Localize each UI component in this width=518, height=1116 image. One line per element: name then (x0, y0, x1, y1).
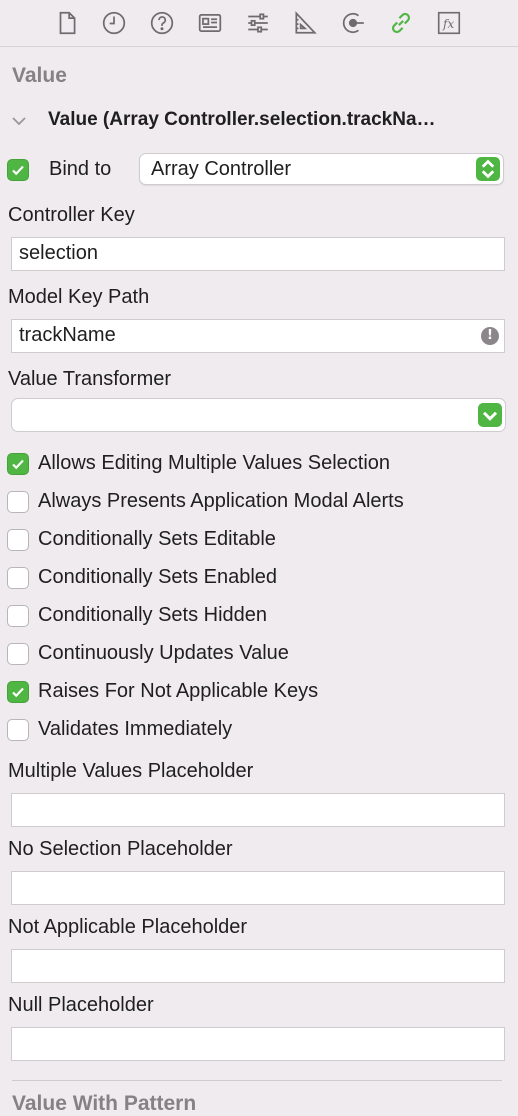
not-applicable-placeholder-label: Not Applicable Placeholder (8, 916, 248, 938)
not-applicable-placeholder-field[interactable] (11, 949, 505, 983)
bind-to-label: Bind to (49, 158, 112, 180)
binding-title[interactable]: Value (Array Controller.selection.trackN… (48, 109, 503, 131)
always-presents-application-modal-alerts-label[interactable]: Always Presents Application Modal Alerts (38, 490, 404, 513)
controller-key-field[interactable]: selection (11, 237, 505, 271)
allows-editing-multiple-values-selection-checkbox[interactable] (7, 453, 29, 475)
bind-to-value: Array Controller (151, 158, 292, 180)
model-key-path-label: Model Key Path (8, 286, 150, 308)
multiple-values-placeholder-field[interactable] (11, 793, 505, 827)
chevron-down-icon[interactable] (478, 403, 502, 427)
null-placeholder-field[interactable] (11, 1027, 505, 1061)
conditionally-sets-hidden-checkbox[interactable] (7, 605, 29, 627)
connections-inspector-icon[interactable] (338, 8, 368, 38)
continuously-updates-value-label[interactable]: Continuously Updates Value (38, 642, 289, 665)
no-selection-placeholder-field[interactable] (11, 871, 505, 905)
svg-text:fx: fx (442, 17, 454, 31)
conditionally-sets-hidden-label[interactable]: Conditionally Sets Hidden (38, 604, 267, 627)
continuously-updates-value-checkbox[interactable] (7, 643, 29, 665)
conditionally-sets-enabled-checkbox[interactable] (7, 567, 29, 589)
validates-immediately-label[interactable]: Validates Immediately (38, 718, 232, 741)
warning-icon[interactable]: ! (481, 327, 499, 345)
bindings-inspector-icon[interactable] (386, 8, 416, 38)
null-placeholder-label: Null Placeholder (8, 994, 154, 1016)
controller-key-label: Controller Key (8, 204, 135, 226)
always-presents-application-modal-alerts-checkbox[interactable] (7, 491, 29, 513)
view-effects-icon[interactable]: fx (434, 8, 464, 38)
section-title: Value (12, 64, 67, 87)
conditionally-sets-editable-checkbox[interactable] (7, 529, 29, 551)
bind-to-checkbox[interactable] (7, 159, 29, 181)
validates-immediately-checkbox[interactable] (7, 719, 29, 741)
inspector-toolbar: fx (0, 0, 518, 47)
controller-key-value: selection (19, 242, 98, 264)
next-section-title[interactable]: Value With Pattern (12, 1092, 196, 1116)
model-key-path-field[interactable]: trackName ! (11, 319, 505, 353)
value-transformer-label: Value Transformer (8, 368, 172, 390)
attributes-inspector-icon[interactable] (243, 8, 273, 38)
value-transformer-combobox[interactable] (11, 398, 506, 432)
identity-inspector-icon[interactable] (195, 8, 225, 38)
no-selection-placeholder-label: No Selection Placeholder (8, 838, 233, 860)
multiple-values-placeholder-label: Multiple Values Placeholder (8, 760, 254, 782)
model-key-path-value: trackName (19, 324, 116, 346)
up-down-chevron-icon (476, 157, 500, 181)
conditionally-sets-editable-label[interactable]: Conditionally Sets Editable (38, 528, 276, 551)
section-divider (12, 1080, 502, 1081)
conditionally-sets-enabled-label[interactable]: Conditionally Sets Enabled (38, 566, 277, 589)
size-inspector-icon[interactable] (290, 8, 320, 38)
quick-help-icon[interactable] (147, 8, 177, 38)
raises-for-not-applicable-keys-label[interactable]: Raises For Not Applicable Keys (38, 680, 318, 703)
chevron-down-icon[interactable] (10, 112, 28, 130)
history-inspector-icon[interactable] (99, 8, 129, 38)
bind-to-popup[interactable]: Array Controller (139, 153, 504, 185)
raises-for-not-applicable-keys-checkbox[interactable] (7, 681, 29, 703)
allows-editing-multiple-values-selection-label[interactable]: Allows Editing Multiple Values Selection (38, 452, 390, 475)
file-inspector-icon[interactable] (52, 8, 82, 38)
